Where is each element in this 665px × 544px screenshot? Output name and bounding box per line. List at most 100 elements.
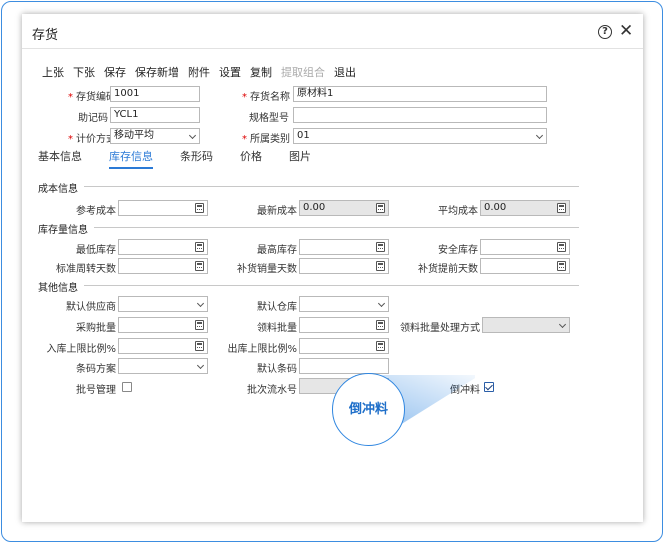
tab-basic-info[interactable]: 基本信息: [38, 148, 82, 169]
inventory-dialog: 存货 ? ✕ 上张 下张 保存 保存新增 附件 设置 复制 提取组合 退出 * 存…: [22, 14, 643, 522]
tab-stock-info[interactable]: 库存信息: [109, 148, 153, 169]
section-cost-title: 成本信息: [38, 184, 78, 195]
section-stock-title: 库存量信息: [38, 225, 88, 236]
turnover-days-label: 标准周转天数: [56, 264, 116, 275]
min-stock-label: 最低库存: [76, 245, 116, 256]
category-label: * 所属类别: [242, 134, 290, 145]
tab-image[interactable]: 图片: [289, 148, 311, 169]
replenish-days-input[interactable]: [299, 258, 389, 274]
category-value: 01: [297, 130, 310, 141]
pick-method-label: 领料批量处理方式: [400, 323, 480, 334]
section-divider: [84, 186, 579, 187]
pick-method-select[interactable]: [482, 317, 570, 333]
calculator-icon[interactable]: [195, 261, 204, 271]
purchase-batch-input[interactable]: [118, 317, 208, 333]
barcode-plan-label: 条码方案: [76, 364, 116, 375]
calculator-icon: [376, 203, 385, 213]
close-icon[interactable]: ✕: [619, 21, 633, 41]
section-divider: [84, 285, 579, 286]
calculator-icon[interactable]: [195, 341, 204, 351]
help-icon[interactable]: ?: [598, 25, 612, 39]
avg-cost-input: 0.00: [480, 200, 570, 216]
chevron-down-icon: [196, 299, 205, 308]
chevron-down-icon: [535, 131, 544, 140]
code-label: * 存货编码: [68, 92, 116, 103]
batch-mgmt-label: 批号管理: [76, 385, 116, 396]
supplier-select[interactable]: [118, 296, 208, 312]
category-select[interactable]: 01: [293, 128, 547, 144]
out-limit-input[interactable]: [299, 338, 389, 354]
section-divider: [94, 227, 579, 228]
valuation-select[interactable]: 移动平均: [110, 128, 200, 144]
safe-stock-label: 安全库存: [438, 245, 478, 256]
valuation-value: 移动平均: [114, 130, 154, 141]
tab-price[interactable]: 价格: [240, 148, 262, 169]
out-limit-label: 出库上限比例%: [227, 344, 297, 355]
chevron-down-icon: [196, 361, 205, 370]
save-button[interactable]: 保存: [104, 64, 126, 80]
safe-stock-input[interactable]: [480, 239, 570, 255]
barcode-plan-select[interactable]: [118, 358, 208, 374]
calculator-icon[interactable]: [195, 242, 204, 252]
title-divider: [22, 48, 643, 49]
pick-batch-label: 领料批量: [257, 323, 297, 334]
min-stock-input[interactable]: [118, 239, 208, 255]
max-stock-input[interactable]: [299, 239, 389, 255]
lead-days-input[interactable]: [480, 258, 570, 274]
warehouse-select[interactable]: [299, 296, 389, 312]
calculator-icon[interactable]: [557, 242, 566, 252]
batch-serial-label: 批次流水号: [247, 385, 297, 396]
calculator-icon[interactable]: [195, 203, 204, 213]
chevron-down-icon: [188, 131, 197, 140]
callout-bubble: 倒冲料: [332, 373, 405, 446]
supplier-label: 默认供应商: [66, 302, 116, 313]
in-limit-input[interactable]: [118, 338, 208, 354]
spec-label: 规格型号: [249, 113, 289, 124]
tab-bar: 基本信息 库存信息 条形码 价格 图片: [38, 148, 338, 169]
avg-cost-value: 0.00: [484, 202, 507, 213]
backflush-checkbox[interactable]: [484, 382, 494, 392]
valuation-label: * 计价方式: [68, 134, 116, 145]
name-input[interactable]: 原材料1: [293, 86, 547, 102]
exit-button[interactable]: 退出: [334, 64, 356, 80]
spec-input[interactable]: [293, 107, 547, 123]
calculator-icon[interactable]: [376, 341, 385, 351]
in-limit-label: 入库上限比例%: [46, 344, 116, 355]
max-stock-label: 最高库存: [257, 245, 297, 256]
warehouse-label: 默认仓库: [257, 302, 297, 313]
calculator-icon[interactable]: [376, 261, 385, 271]
save-new-button[interactable]: 保存新增: [135, 64, 179, 80]
attachment-button[interactable]: 附件: [188, 64, 210, 80]
mnemonic-label: 助记码: [78, 113, 108, 124]
mnemonic-input[interactable]: YCL1: [110, 107, 200, 123]
lead-days-label: 补货提前天数: [418, 264, 478, 275]
pick-batch-input[interactable]: [299, 317, 389, 333]
calculator-icon[interactable]: [195, 320, 204, 330]
dialog-title: 存货: [32, 28, 59, 43]
settings-button[interactable]: 设置: [219, 64, 241, 80]
avg-cost-label: 平均成本: [438, 206, 478, 217]
calculator-icon[interactable]: [557, 261, 566, 271]
chevron-down-icon: [558, 320, 567, 329]
chevron-down-icon: [377, 299, 386, 308]
latest-cost-label: 最新成本: [257, 206, 297, 217]
replenish-days-label: 补货销量天数: [237, 264, 297, 275]
code-input[interactable]: 1001: [110, 86, 200, 102]
ref-cost-label: 参考成本: [76, 206, 116, 217]
batch-mgmt-checkbox[interactable]: [122, 382, 132, 392]
tab-barcode[interactable]: 条形码: [180, 148, 213, 169]
latest-cost-value: 0.00: [303, 202, 326, 213]
calculator-icon: [557, 203, 566, 213]
calculator-icon[interactable]: [376, 320, 385, 330]
default-barcode-label: 默认条码: [257, 364, 297, 375]
prev-button[interactable]: 上张: [42, 64, 64, 80]
ref-cost-input[interactable]: [118, 200, 208, 216]
copy-button[interactable]: 复制: [250, 64, 272, 80]
calculator-icon[interactable]: [376, 242, 385, 252]
latest-cost-input: 0.00: [299, 200, 389, 216]
extract-combo-button[interactable]: 提取组合: [281, 64, 325, 80]
turnover-days-input[interactable]: [118, 258, 208, 274]
next-button[interactable]: 下张: [73, 64, 95, 80]
purchase-batch-label: 采购批量: [76, 323, 116, 334]
toolbar: 上张 下张 保存 保存新增 附件 设置 复制 提取组合 退出: [42, 64, 365, 80]
